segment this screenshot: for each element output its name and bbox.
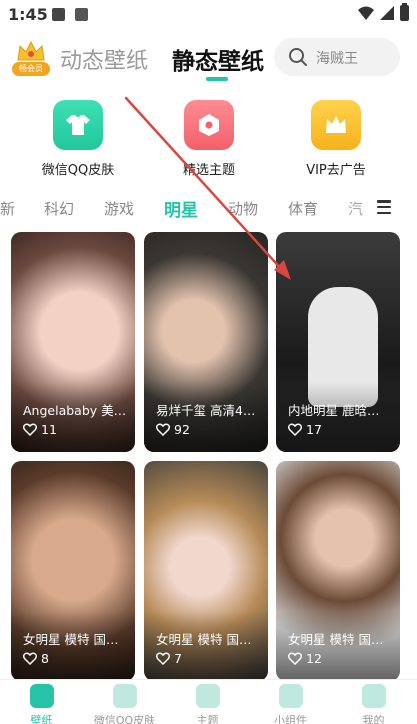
heart-icon[interactable] (23, 652, 37, 665)
crown-icon (17, 40, 45, 61)
heart-icon[interactable] (156, 652, 170, 665)
search-icon (289, 48, 307, 66)
wallpaper-card[interactable]: 女明星 模特 国… 12 (276, 461, 400, 681)
tab-static-wallpaper[interactable]: 静态壁纸 (172, 42, 264, 76)
nav-themes[interactable]: 主题 (166, 684, 249, 724)
search-placeholder: 海贼王 (316, 51, 358, 67)
vip-crown-button[interactable]: 畅会员 (12, 40, 50, 76)
wifi-icon (358, 6, 374, 20)
wallpaper-likes: 17 (288, 422, 322, 437)
nav-widgets[interactable]: 小组件 (249, 684, 332, 724)
wallpaper-likes: 7 (156, 651, 182, 666)
category-tabs: 新 科幻 游戏 明星 动物 体育 汽 (0, 194, 417, 222)
nav-label: 小组件 (274, 714, 307, 724)
like-count: 17 (306, 422, 322, 437)
status-bar: 1:45 (0, 0, 417, 30)
wallpaper-title: 女明星 模特 国… (156, 632, 252, 647)
wallpaper-title: 女明星 模特 国… (23, 632, 119, 647)
quick-action-vip-remove-ads[interactable]: VIP去广告 (286, 100, 386, 178)
wallpaper-title: 内地明星 鹿晗… (288, 403, 380, 418)
wallpaper-icon (29, 684, 54, 708)
nav-label: 我的 (362, 714, 385, 724)
tshirt-icon (66, 115, 90, 135)
quick-action-label: VIP去广告 (306, 163, 366, 178)
bottom-navigation: 壁纸 微信QQ皮肤 主题 小组件 我的 (0, 679, 417, 724)
quick-action-featured-themes[interactable]: 精选主题 (159, 100, 259, 178)
like-count: 92 (174, 422, 190, 437)
like-count: 8 (41, 651, 49, 666)
quick-action-tile (184, 100, 234, 150)
wallpaper-card[interactable]: 易烊千玺 高清4… 92 (144, 232, 268, 452)
category-tab-cars[interactable]: 汽 (348, 198, 365, 219)
quick-action-tile (53, 100, 103, 150)
tab-dynamic-wallpaper[interactable]: 动态壁纸 (60, 43, 148, 75)
gallery-notification-icon (52, 8, 65, 21)
app-notification-icon (75, 8, 88, 21)
heart-icon[interactable] (23, 423, 37, 436)
top-bar: 畅会员 动态壁纸 静态壁纸 海贼王 (0, 30, 417, 86)
signal-icon (380, 6, 394, 20)
category-tab-scifi[interactable]: 科幻 (44, 198, 74, 219)
profile-icon (361, 684, 386, 708)
category-tab-animals[interactable]: 动物 (228, 198, 258, 219)
quick-action-label: 精选主题 (182, 163, 235, 178)
tshirt-icon (112, 684, 137, 708)
wallpaper-title: 女明星 模特 国… (288, 632, 384, 647)
quick-action-tile (311, 100, 361, 150)
wallpaper-card[interactable]: 女明星 模特 国… 8 (11, 461, 135, 681)
nav-label: 壁纸 (30, 714, 53, 724)
wallpaper-card[interactable]: 内地明星 鹿晗… 17 (276, 232, 400, 452)
crown-icon (326, 116, 346, 133)
category-tab-new[interactable]: 新 (0, 198, 15, 219)
heart-icon[interactable] (288, 652, 302, 665)
nav-profile[interactable]: 我的 (332, 684, 415, 724)
vip-badge-label: 畅会员 (12, 62, 50, 76)
wallpaper-card[interactable]: 女明星 模特 国… 7 (144, 461, 268, 681)
active-tab-indicator (206, 77, 228, 81)
category-tab-stars[interactable]: 明星 (164, 196, 198, 221)
wallpaper-title: 易烊千玺 高清4… (156, 403, 256, 418)
nav-wechat-qq-skin[interactable]: 微信QQ皮肤 (83, 684, 166, 724)
wallpaper-likes: 8 (23, 651, 49, 666)
quick-action-wechat-qq-skin[interactable]: 微信QQ皮肤 (28, 100, 128, 178)
quick-action-label: 微信QQ皮肤 (41, 163, 115, 178)
wallpaper-card[interactable]: Angelababy 美… 11 (11, 232, 135, 452)
search-box[interactable]: 海贼王 (274, 38, 400, 76)
nav-wallpaper[interactable]: 壁纸 (0, 684, 83, 724)
nav-label: 微信QQ皮肤 (93, 714, 156, 724)
wallpaper-likes: 11 (23, 422, 57, 437)
battery-icon (400, 3, 409, 21)
wallpaper-likes: 92 (156, 422, 190, 437)
like-count: 12 (306, 651, 322, 666)
category-tab-sports[interactable]: 体育 (288, 198, 318, 219)
like-count: 7 (174, 651, 182, 666)
like-count: 11 (41, 422, 57, 437)
theme-icon (195, 684, 220, 708)
category-tab-games[interactable]: 游戏 (104, 198, 134, 219)
nav-label: 主题 (196, 714, 219, 724)
wallpaper-likes: 12 (288, 651, 322, 666)
category-menu-button[interactable] (377, 200, 391, 215)
widget-icon (278, 684, 303, 708)
theme-icon (199, 114, 219, 136)
status-time: 1:45 (8, 5, 48, 24)
heart-icon[interactable] (156, 423, 170, 436)
heart-icon[interactable] (288, 423, 302, 436)
wallpaper-title: Angelababy 美… (23, 403, 127, 418)
